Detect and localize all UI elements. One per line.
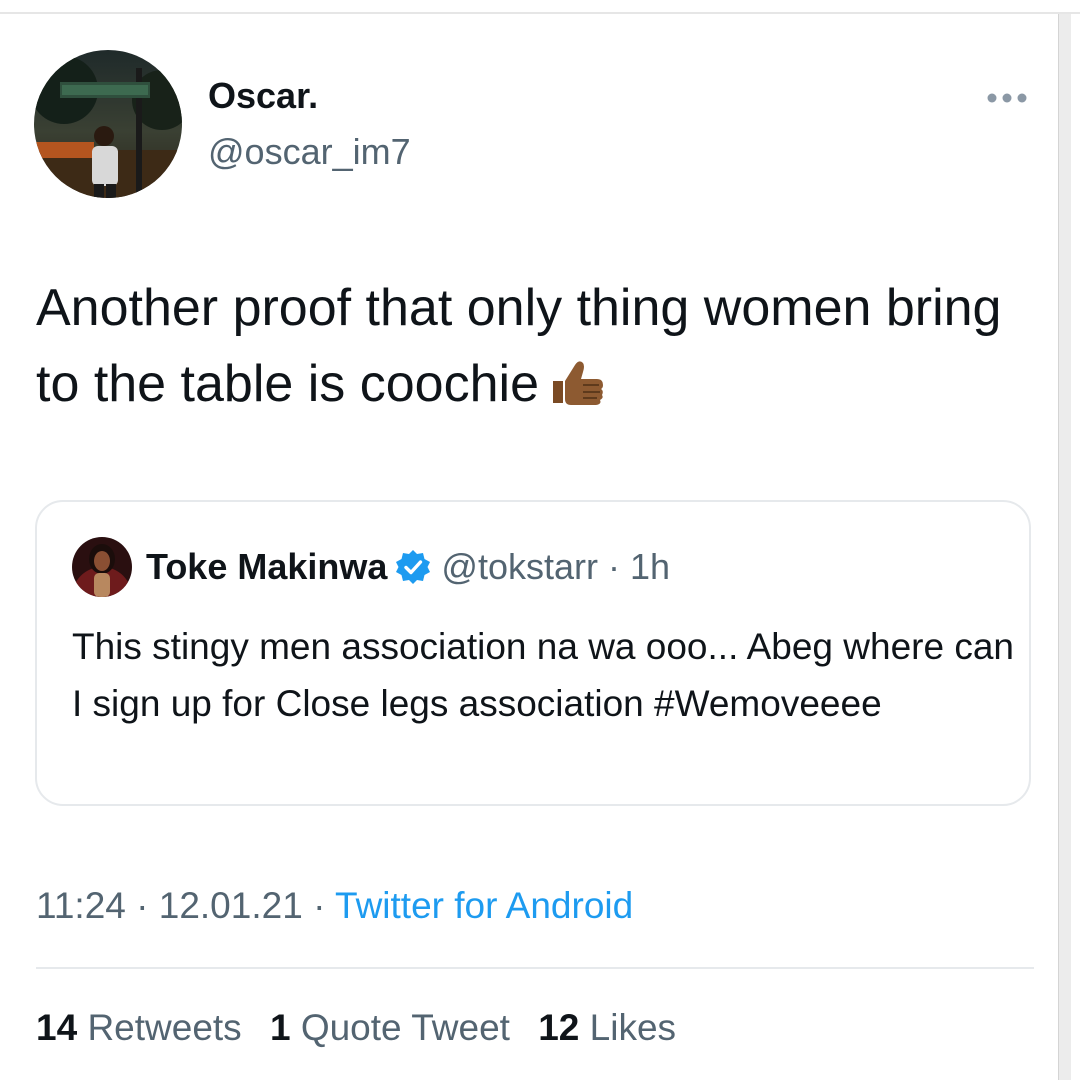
quoted-author-handle[interactable]: @tokstarr <box>441 546 598 587</box>
tweet-text: Another proof that only thing women brin… <box>36 270 1046 422</box>
stats-divider <box>36 967 1034 969</box>
separator-dot: · <box>136 885 149 926</box>
thumbs-up-icon <box>547 352 607 405</box>
quoted-avatar-photo <box>72 537 132 597</box>
separator-dot: · <box>313 885 326 926</box>
tweet-meta: 11:24 · 12.01.21 · Twitter for Android <box>36 882 633 930</box>
likes-label: Likes <box>589 1007 677 1048</box>
tweet-date[interactable]: 12.01.21 <box>159 885 303 926</box>
likes-stat[interactable]: 12 Likes <box>538 1007 676 1048</box>
retweets-label: Retweets <box>87 1007 242 1048</box>
avatar-photo <box>34 50 182 198</box>
quote-tweets-stat[interactable]: 1 Quote Tweet <box>270 1007 510 1048</box>
quoted-author-avatar[interactable] <box>72 537 132 597</box>
top-divider <box>0 12 1080 14</box>
tweet-source-link[interactable]: Twitter for Android <box>335 885 633 926</box>
author-avatar[interactable] <box>34 50 182 198</box>
verified-badge-icon <box>395 549 431 585</box>
tweet-text-content: Another proof that only thing women brin… <box>36 279 1002 413</box>
more-options-icon[interactable] <box>982 86 1032 110</box>
quoted-tweet-time[interactable]: 1h <box>630 546 670 587</box>
likes-count: 12 <box>538 1007 580 1048</box>
quoted-author-name[interactable]: Toke Makinwa <box>146 546 387 587</box>
quote-tweets-label: Quote Tweet <box>300 1007 510 1048</box>
quote-tweets-count: 1 <box>269 1007 291 1048</box>
separator-dot: · <box>608 546 620 587</box>
author-handle[interactable]: @oscar_im7 <box>208 130 411 174</box>
quoted-tweet-text: This stingy men association na wa ooo...… <box>72 626 1014 724</box>
retweets-count: 14 <box>36 1007 78 1048</box>
quoted-tweet-header: Toke Makinwa @tokstarr · 1h <box>146 544 670 590</box>
tweet-time[interactable]: 11:24 <box>36 885 126 926</box>
retweets-stat[interactable]: 14 Retweets <box>36 1007 242 1048</box>
tweet-stats: 14 Retweets 1 Quote Tweet 12 Likes <box>36 1004 694 1052</box>
scrollbar[interactable] <box>1058 14 1071 1080</box>
author-display-name[interactable]: Oscar. <box>208 74 318 118</box>
